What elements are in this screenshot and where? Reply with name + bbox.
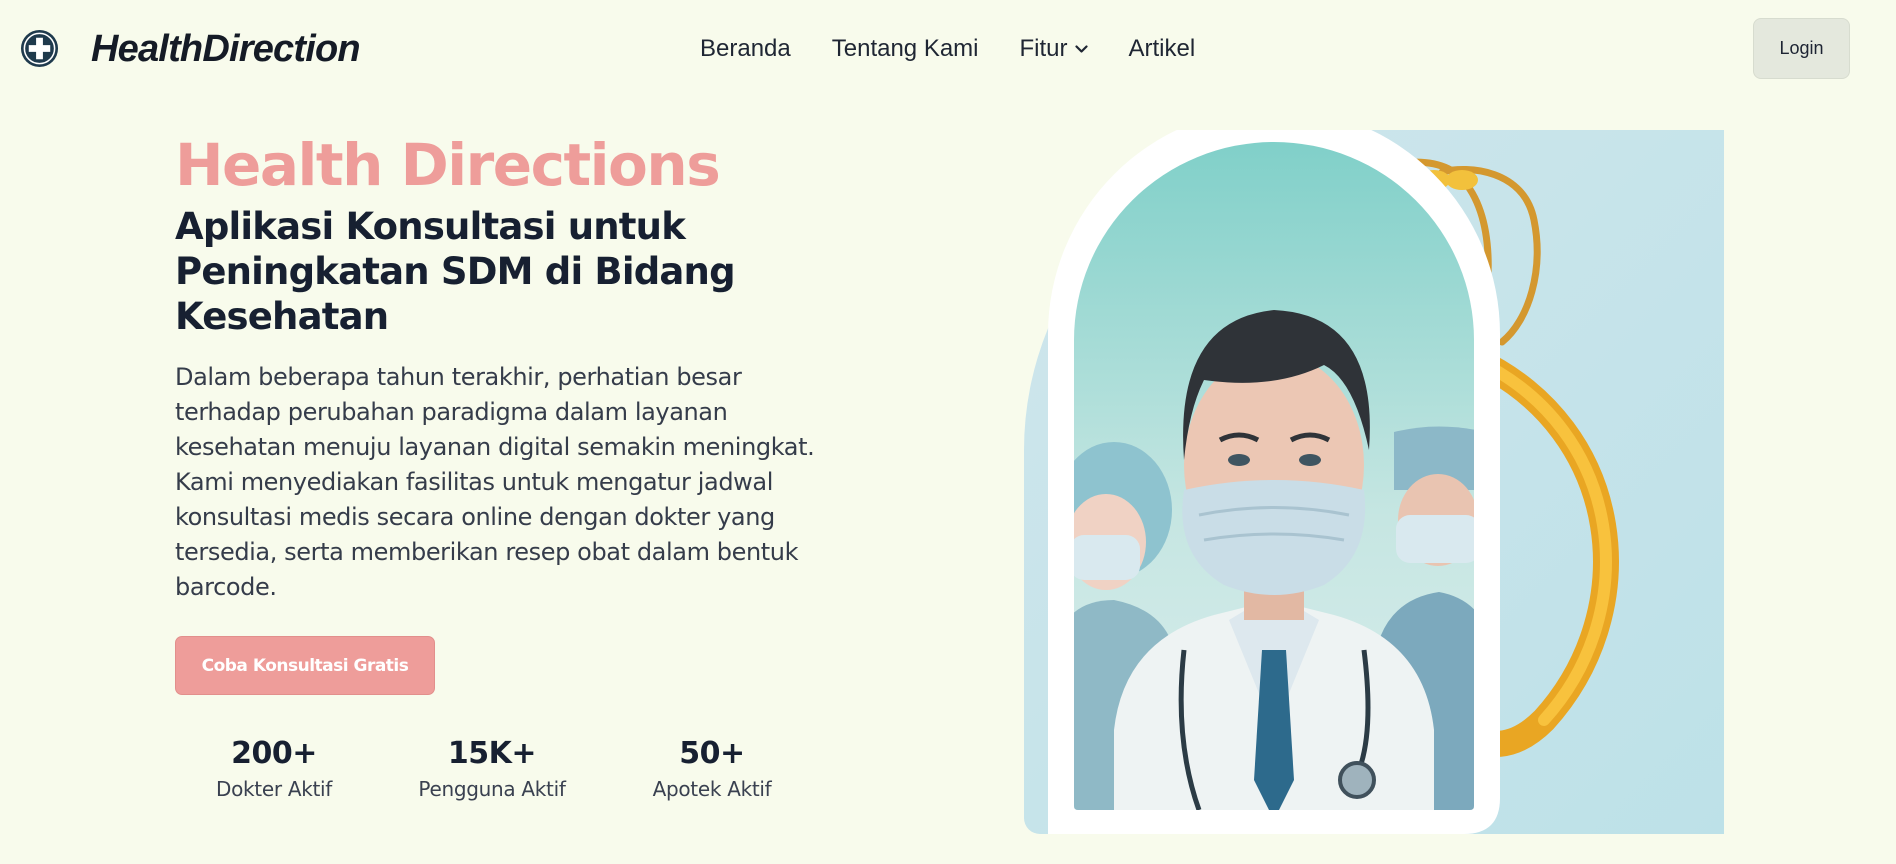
stat-value: 50+ xyxy=(679,736,745,771)
medical-cross-icon[interactable] xyxy=(20,29,59,68)
nav-item-label: Fitur xyxy=(1019,35,1068,62)
free-consultation-button[interactable]: Coba Konsultasi Gratis xyxy=(175,636,435,695)
nav-item-artikel[interactable]: Artikel xyxy=(1129,32,1196,66)
main-nav: Beranda Tentang Kami Fitur Artikel xyxy=(700,32,1195,66)
nav-item-beranda[interactable]: Beranda xyxy=(700,32,791,66)
stat-value: 200+ xyxy=(231,736,317,771)
login-button[interactable]: Login xyxy=(1753,18,1850,79)
nav-item-fitur[interactable]: Fitur xyxy=(1020,32,1088,66)
stat-label: Pengguna Aktif xyxy=(418,777,566,801)
stat-doctors: 200+ Dokter Aktif xyxy=(174,733,374,802)
stat-pharmacies: 50+ Apotek Aktif xyxy=(612,733,812,802)
nav-item-label: Beranda xyxy=(700,35,791,62)
nav-item-label: Artikel xyxy=(1128,35,1196,62)
stat-users: 15K+ Pengguna Aktif xyxy=(392,733,592,802)
hero-subtitle: Aplikasi Konsultasi untuk Peningkatan SD… xyxy=(175,205,736,338)
nav-item-label: Tentang Kami xyxy=(831,35,979,62)
hero-description: Dalam beberapa tahun terakhir, perhatian… xyxy=(175,363,815,601)
hero-title: Health Directions xyxy=(175,131,721,199)
chevron-down-icon xyxy=(1074,44,1088,53)
stat-value: 15K+ xyxy=(447,736,537,771)
brand-name[interactable]: HealthDirection xyxy=(91,24,361,74)
hero-doctor-illustration xyxy=(1024,130,1724,834)
stat-label: Dokter Aktif xyxy=(215,777,333,801)
nav-item-tentang-kami[interactable]: Tentang Kami xyxy=(832,32,979,66)
stat-label: Apotek Aktif xyxy=(652,777,772,801)
site-header: HealthDirection Beranda Tentang Kami Fit… xyxy=(0,0,1896,98)
